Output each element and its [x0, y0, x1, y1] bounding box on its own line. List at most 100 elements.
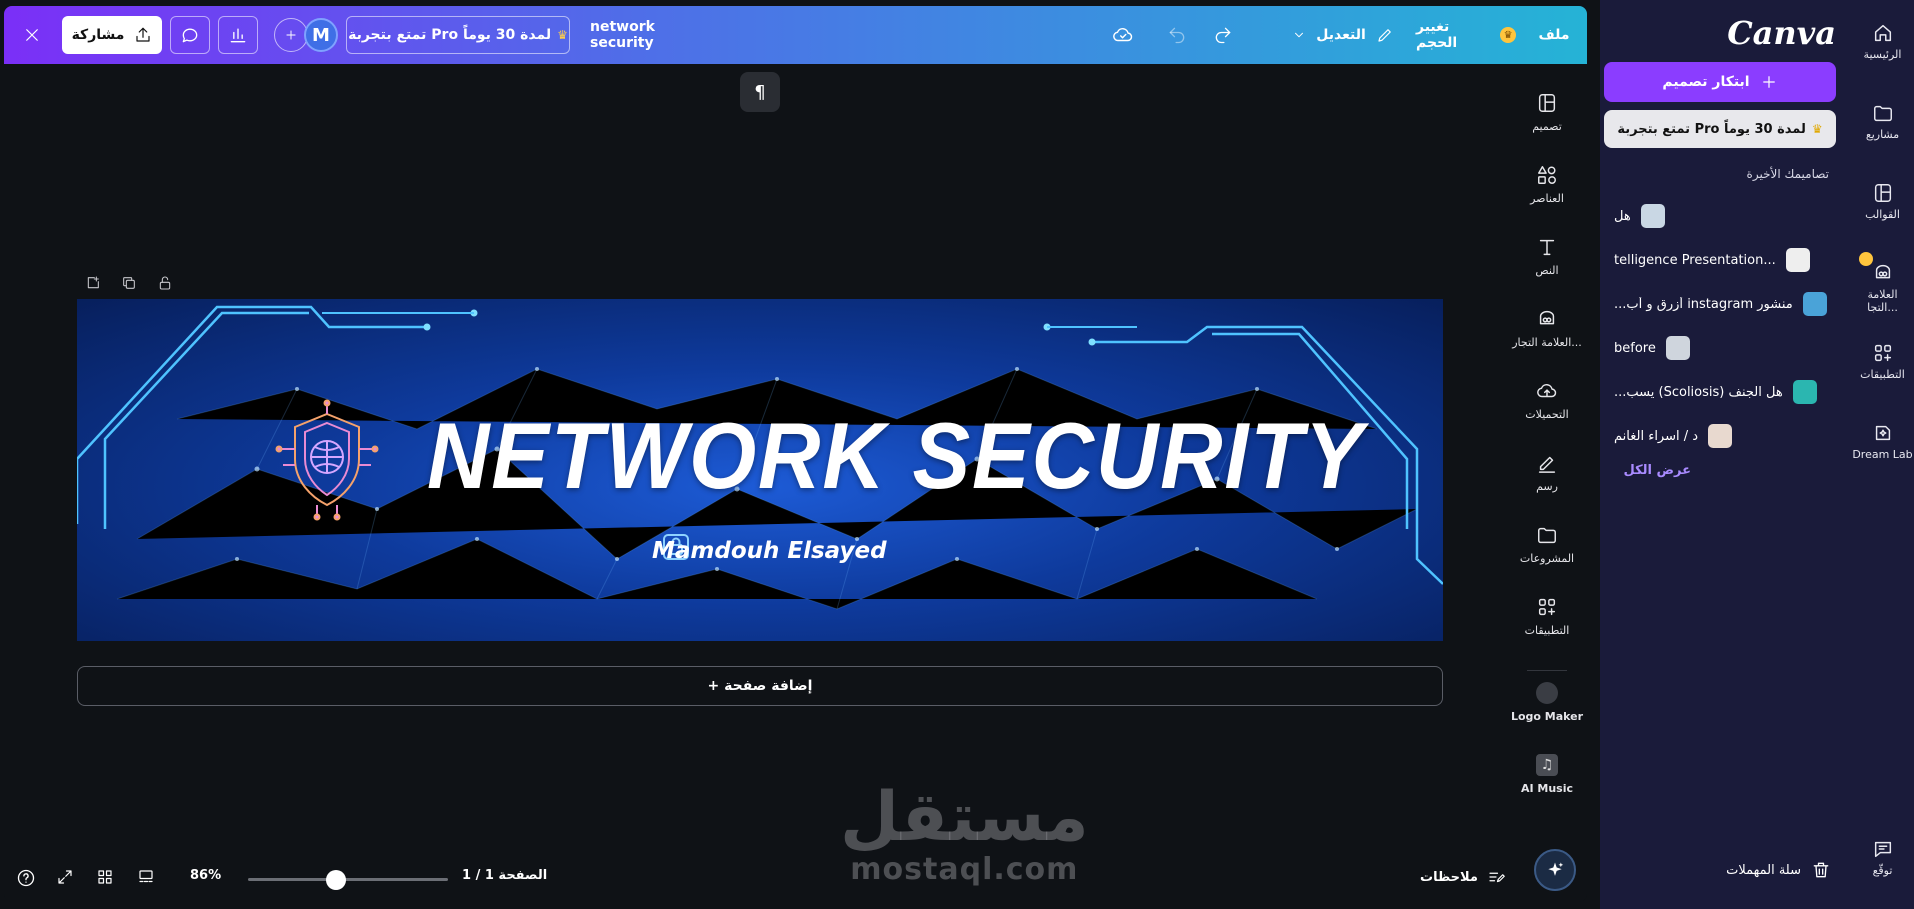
- nav-dream-lab[interactable]: Dream Lab: [1851, 422, 1914, 461]
- zoom-slider[interactable]: [248, 870, 448, 890]
- help-button[interactable]: [16, 868, 36, 888]
- notes-label: ملاحظات: [1420, 869, 1478, 885]
- magic-assistant-button[interactable]: [1534, 849, 1576, 891]
- close-button[interactable]: [14, 16, 50, 54]
- pro-trial-panel-button[interactable]: تمتع بتجربة Pro لمدة 30 يوماً ♛: [1604, 110, 1836, 148]
- create-design-button[interactable]: ابتكار تصميم: [1604, 62, 1836, 102]
- recent-design-title: هل الجنف (Scoliosis) يسب...: [1614, 384, 1783, 400]
- tool-elements[interactable]: العناصر: [1507, 164, 1587, 205]
- undo-button[interactable]: [1162, 16, 1192, 54]
- nav-feedback[interactable]: توقّع: [1851, 838, 1914, 877]
- nav-apps[interactable]: التطبيقات: [1851, 342, 1914, 381]
- tool-text[interactable]: النص: [1507, 236, 1587, 277]
- see-all-link[interactable]: عرض الكل: [1624, 463, 1691, 478]
- tool-label: النص: [1535, 264, 1559, 277]
- add-collaborator-button[interactable]: [274, 18, 308, 52]
- lock-page-button[interactable]: [154, 272, 176, 294]
- recent-design-item[interactable]: د / اسراء الغانم: [1614, 422, 1829, 450]
- save-status-button[interactable]: [1108, 16, 1138, 54]
- add-page-button[interactable]: + إضافة صفحة: [77, 666, 1443, 706]
- tool-ai-music[interactable]: ♫ AI Music: [1507, 754, 1587, 795]
- tool-label: Logo Maker: [1510, 710, 1584, 723]
- duplicate-page-button[interactable]: [118, 272, 140, 294]
- recent-design-item[interactable]: telligence Presentation...: [1614, 246, 1829, 274]
- logo-maker-icon: [1536, 682, 1558, 704]
- tool-logo-maker[interactable]: Logo Maker: [1507, 682, 1587, 723]
- nav-templates[interactable]: القوالب: [1851, 182, 1914, 221]
- grid-icon: [98, 870, 112, 884]
- design-thumbnail: [1802, 292, 1827, 316]
- redo-icon: [1215, 27, 1231, 44]
- add-icon: [87, 276, 99, 289]
- tool-label: رسم: [1536, 480, 1558, 493]
- insights-button[interactable]: [218, 16, 258, 54]
- recent-design-item[interactable]: before: [1614, 334, 1829, 362]
- nav-projects[interactable]: مشاريع: [1851, 102, 1914, 141]
- edit-mode-label: التعديل: [1316, 27, 1366, 43]
- brand-icon: [1875, 264, 1890, 279]
- crown-icon: ♛: [1811, 122, 1823, 136]
- pro-trial-label: تمتع بتجربة Pro لمدة 30 يوماً: [348, 27, 552, 43]
- notes-button[interactable]: ملاحظات: [1420, 868, 1506, 886]
- tool-label: المشروعات: [1519, 552, 1575, 565]
- resize-button[interactable]: تغيير الحجم ♛: [1416, 16, 1516, 54]
- tool-projects[interactable]: المشروعات: [1507, 524, 1587, 565]
- close-icon: [26, 29, 38, 41]
- zoom-slider-handle[interactable]: [326, 870, 346, 890]
- music-icon: ♫: [1536, 754, 1558, 776]
- feedback-icon: [1874, 841, 1891, 858]
- recent-design-item[interactable]: منشور instagram أزرق و أب...: [1614, 290, 1829, 318]
- nav-home[interactable]: الرئيسية: [1851, 22, 1914, 61]
- recent-designs-heading: تصاميمك الأخيرة: [1746, 167, 1829, 181]
- apps-icon: [1874, 344, 1891, 362]
- edit-mode-button[interactable]: التعديل: [1288, 16, 1398, 54]
- share-button[interactable]: مشاركة: [62, 16, 162, 54]
- text-direction-button[interactable]: ¶: [740, 72, 780, 112]
- banner-headline[interactable]: NETWORK SECURITY: [427, 402, 1364, 510]
- home-side-panel: Canva ابتكار تصميم تمتع بتجربة Pro لمدة …: [1600, 0, 1851, 909]
- trash-icon: [1813, 862, 1829, 878]
- unlock-icon: [159, 276, 171, 290]
- document-title[interactable]: network security: [590, 16, 720, 54]
- duplicate-icon: [123, 277, 135, 289]
- upload-cloud-icon: [1537, 383, 1557, 398]
- chevron-down-icon: [1295, 32, 1304, 38]
- layout-icon: [1538, 94, 1556, 112]
- crown-badge-icon: [1859, 252, 1873, 266]
- trash-button[interactable]: سلة المهملات: [1726, 860, 1831, 880]
- add-note-button[interactable]: [82, 272, 104, 294]
- tool-draw[interactable]: رسم: [1507, 452, 1587, 493]
- tool-brand[interactable]: العلامة التجار...: [1507, 308, 1587, 349]
- comment-icon: [182, 28, 198, 43]
- file-menu-button[interactable]: ملف: [1534, 16, 1574, 54]
- pages-view-button[interactable]: [136, 868, 156, 886]
- nav-label: القوالب: [1865, 208, 1900, 221]
- share-label: مشاركة: [71, 27, 125, 43]
- design-thumbnail: [1792, 380, 1817, 404]
- recent-design-item[interactable]: هل الجنف (Scoliosis) يسب...: [1614, 378, 1829, 406]
- page-indicator[interactable]: الصفحة 1 / 1: [462, 868, 547, 883]
- editor-side-panel: تصميم العناصر النص العلامة التجار... الت…: [1507, 64, 1587, 902]
- shapes-icon: [1538, 166, 1556, 184]
- trash-label: سلة المهملات: [1726, 862, 1801, 878]
- tool-design[interactable]: تصميم: [1507, 92, 1587, 133]
- tool-label: العلامة التجار...: [1512, 336, 1582, 349]
- fullscreen-button[interactable]: [56, 868, 74, 886]
- nav-brand[interactable]: العلامة التجا...: [1851, 252, 1914, 314]
- tool-apps[interactable]: التطبيقات: [1507, 596, 1587, 637]
- cloud-check-icon: [1113, 27, 1133, 42]
- design-canvas[interactable]: NETWORK SECURITY Mamdouh Elsayed: [77, 299, 1443, 641]
- collaborators: M: [266, 16, 346, 54]
- recent-design-item[interactable]: هل: [1614, 202, 1829, 230]
- avatar[interactable]: M: [304, 18, 338, 52]
- banner-author[interactable]: Mamdouh Elsayed: [652, 538, 887, 564]
- canva-logo[interactable]: Canva: [1727, 14, 1836, 52]
- pro-trial-button[interactable]: تمتع بتجربة Pro لمدة 30 يوماً ♛: [346, 16, 570, 54]
- grid-view-button[interactable]: [96, 868, 114, 886]
- tool-uploads[interactable]: التحميلات: [1507, 380, 1587, 421]
- redo-button[interactable]: [1208, 16, 1238, 54]
- zoom-level[interactable]: 86%: [190, 868, 221, 883]
- comment-button[interactable]: [170, 16, 210, 54]
- tool-label: التطبيقات: [1524, 624, 1570, 637]
- sparkle-icon: [1548, 862, 1564, 876]
